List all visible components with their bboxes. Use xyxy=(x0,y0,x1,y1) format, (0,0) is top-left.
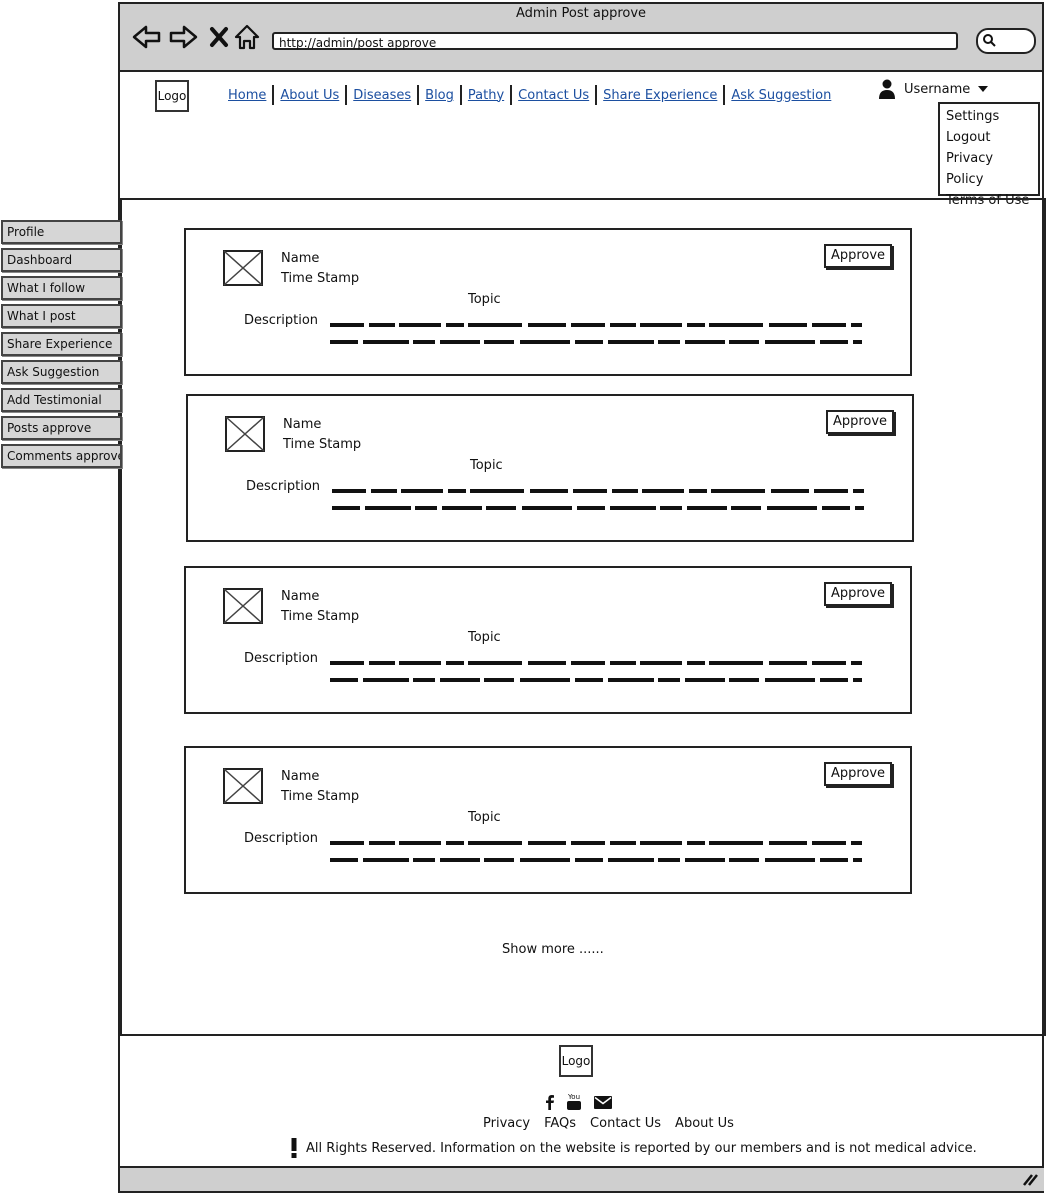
footer-logo[interactable]: Logo xyxy=(559,1045,593,1077)
post-author-name: Name xyxy=(281,251,320,266)
youtube-badge xyxy=(567,1101,581,1110)
description-scribble xyxy=(330,661,862,682)
post-topic: Topic xyxy=(468,810,501,825)
sidebar-item-ask-suggestion[interactable]: Ask Suggestion xyxy=(1,360,122,384)
show-more-link[interactable]: Show more ...... xyxy=(502,942,604,957)
nav-diseases[interactable]: Diseases xyxy=(347,88,417,103)
nav-home[interactable]: Home xyxy=(222,88,272,103)
resize-grip-icon[interactable] xyxy=(1022,1172,1038,1186)
search-icon xyxy=(983,34,996,47)
exclamation-icon xyxy=(291,1138,297,1158)
youtube-label: You xyxy=(567,1093,581,1101)
post-author-name: Name xyxy=(281,589,320,604)
post-card: Name Time Stamp Topic Description Approv… xyxy=(186,394,914,542)
post-timestamp: Time Stamp xyxy=(281,271,360,286)
nav-share-experience[interactable]: Share Experience xyxy=(597,88,723,103)
post-timestamp: Time Stamp xyxy=(281,789,360,804)
footer-link-contact-us[interactable]: Contact Us xyxy=(590,1116,661,1131)
footer-link-about-us[interactable]: About Us xyxy=(675,1116,734,1131)
image-placeholder-icon xyxy=(225,416,265,452)
sidebar-item-dashboard[interactable]: Dashboard xyxy=(1,248,122,272)
post-card: Name Time Stamp Topic Description Approv… xyxy=(184,228,912,376)
browser-toolbar: Admin Post approve http://admin/post app… xyxy=(120,4,1042,72)
user-icon xyxy=(879,79,895,99)
footer-links: Privacy FAQs Contact Us About Us xyxy=(483,1116,734,1131)
approve-button[interactable]: Approve xyxy=(824,582,892,606)
sidebar-item-what-i-follow[interactable]: What I follow xyxy=(1,276,122,300)
approve-button[interactable]: Approve xyxy=(824,244,892,268)
sidebar-item-posts-approve[interactable]: Posts approve xyxy=(1,416,122,440)
sidebar-item-share-experience[interactable]: Share Experience xyxy=(1,332,122,356)
approve-button[interactable]: Approve xyxy=(824,762,892,786)
description-scribble xyxy=(330,323,862,344)
browser-search-field[interactable] xyxy=(976,28,1036,54)
back-arrow-icon[interactable] xyxy=(132,22,162,52)
post-description-label: Description xyxy=(244,651,319,666)
image-placeholder-icon xyxy=(223,250,263,286)
post-description-label: Description xyxy=(244,313,319,328)
main-nav: Home About Us Diseases Blog Pathy Contac… xyxy=(222,85,837,105)
approve-button[interactable]: Approve xyxy=(826,410,894,434)
image-placeholder-icon xyxy=(223,768,263,804)
nav-contact-us[interactable]: Contact Us xyxy=(512,88,595,103)
sidebar-item-profile[interactable]: Profile xyxy=(1,220,122,244)
footer-notice: All Rights Reserved. Information on the … xyxy=(290,1138,977,1158)
home-icon[interactable] xyxy=(232,22,262,52)
nav-about-us[interactable]: About Us xyxy=(274,88,345,103)
facebook-icon[interactable] xyxy=(544,1094,556,1110)
caret-down-icon xyxy=(978,86,989,92)
description-scribble xyxy=(332,489,864,510)
image-placeholder-icon xyxy=(223,588,263,624)
post-timestamp: Time Stamp xyxy=(283,437,362,452)
post-card: Name Time Stamp Topic Description Approv… xyxy=(184,566,912,714)
post-author-name: Name xyxy=(281,769,320,784)
menu-logout[interactable]: Logout xyxy=(946,127,1032,148)
sidebar: Profile Dashboard What I follow What I p… xyxy=(1,220,122,472)
sidebar-item-what-i-post[interactable]: What I post xyxy=(1,304,122,328)
post-topic: Topic xyxy=(470,458,503,473)
address-bar[interactable]: http://admin/post approve xyxy=(272,32,958,50)
user-menu-toggle[interactable]: Username xyxy=(878,79,989,99)
post-topic: Topic xyxy=(468,630,501,645)
post-card: Name Time Stamp Topic Description Approv… xyxy=(184,746,912,894)
post-author-name: Name xyxy=(283,417,322,432)
post-description-label: Description xyxy=(244,831,319,846)
browser-status-bar xyxy=(120,1166,1044,1191)
header-logo[interactable]: Logo xyxy=(155,80,189,112)
mail-icon[interactable] xyxy=(594,1096,612,1109)
post-topic: Topic xyxy=(468,292,501,307)
footer-link-privacy[interactable]: Privacy xyxy=(483,1116,530,1131)
sidebar-item-add-testimonial[interactable]: Add Testimonial xyxy=(1,388,122,412)
nav-pathy[interactable]: Pathy xyxy=(462,88,510,103)
menu-privacy-policy[interactable]: Privacy Policy xyxy=(946,148,1032,190)
nav-ask-suggestion[interactable]: Ask Suggestion xyxy=(725,88,837,103)
footer-notice-text: All Rights Reserved. Information on the … xyxy=(306,1140,977,1156)
post-description-label: Description xyxy=(246,479,321,494)
username-label: Username xyxy=(904,81,971,97)
nav-blog[interactable]: Blog xyxy=(419,88,460,103)
menu-settings[interactable]: Settings xyxy=(946,106,1032,127)
window-title: Admin Post approve xyxy=(515,6,647,21)
description-scribble xyxy=(330,841,862,862)
post-timestamp: Time Stamp xyxy=(281,609,360,624)
footer-link-faqs[interactable]: FAQs xyxy=(544,1116,576,1131)
forward-arrow-icon[interactable] xyxy=(168,22,198,52)
sidebar-item-comments-approve[interactable]: Comments approve xyxy=(1,444,122,468)
user-dropdown: Settings Logout Privacy Policy Terms of … xyxy=(938,102,1040,208)
youtube-icon[interactable]: You xyxy=(566,1093,582,1111)
